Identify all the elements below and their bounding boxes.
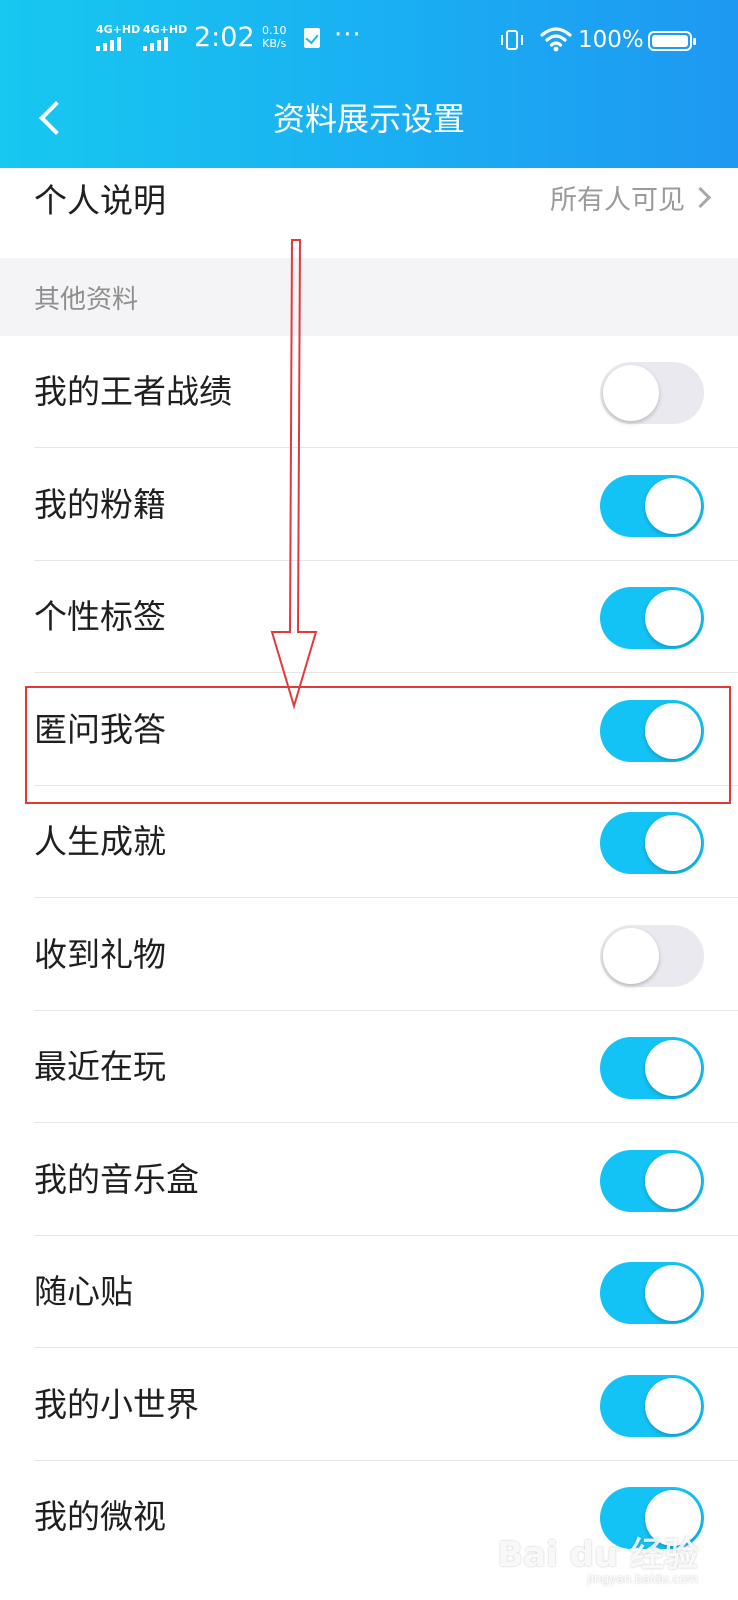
setting-label: 我的微视 (34, 1497, 166, 1536)
toggle-knob (645, 1377, 701, 1434)
personal-intro-row[interactable]: 个人说明 所有人可见 (0, 168, 738, 258)
setting-row: 个性标签 (0, 561, 738, 673)
toggle-switch[interactable] (600, 812, 704, 874)
toggle-knob (645, 1040, 701, 1096)
toggle-switch[interactable] (600, 1037, 704, 1099)
setting-row: 我的音乐盒 (0, 1123, 738, 1236)
section-header: 其他资料 (0, 258, 738, 336)
setting-row: 我的小世界 (0, 1348, 738, 1461)
setting-row: 收到礼物 (0, 898, 738, 1011)
setting-row: 最近在玩 (0, 1011, 738, 1123)
vibrate-icon (501, 30, 523, 50)
visibility-selector[interactable]: 所有人可见 (550, 168, 712, 234)
toggle-switch[interactable] (600, 474, 704, 537)
watermark-logo: Bai du 经验 jingyan.baidu.com (497, 1527, 698, 1586)
setting-label: 我的小世界 (34, 1384, 199, 1424)
toggle-knob (645, 815, 701, 871)
toggle-switch[interactable] (600, 1374, 704, 1437)
setting-label: 我的音乐盒 (34, 1159, 199, 1199)
setting-label: 我的粉籍 (34, 484, 166, 524)
setting-label: 个性标签 (34, 597, 166, 636)
speed-unit: KB/s (262, 37, 287, 50)
visibility-value: 所有人可见 (550, 185, 685, 216)
checkmark-icon (304, 28, 320, 48)
setting-label: 最近在玩 (34, 1047, 166, 1086)
signal-icon: 4G+HD (96, 24, 140, 51)
toggle-switch[interactable] (600, 1262, 704, 1324)
toggle-knob (645, 590, 701, 646)
signal-icon: 4G+HD (143, 24, 187, 51)
toggle-switch[interactable] (600, 362, 704, 424)
setting-label: 我的王者战绩 (34, 372, 232, 411)
toggle-knob (603, 365, 659, 421)
toggle-knob (603, 927, 659, 984)
network-type-label: 4G+HD (143, 23, 188, 36)
setting-row: 随心贴 (0, 1236, 738, 1348)
more-icon: ··· (334, 20, 362, 50)
status-bar: 4G+HD 4G+HD 2:02 0.10 KB/s ··· 100% (0, 0, 738, 84)
battery-icon (648, 31, 696, 51)
chevron-right-icon (689, 186, 712, 209)
setting-row: 我的粉籍 (0, 448, 738, 561)
setting-label: 随心贴 (34, 1272, 133, 1311)
highlight-box (25, 686, 731, 804)
toggle-switch[interactable] (600, 924, 704, 987)
personal-intro-label: 个人说明 (34, 181, 166, 220)
section-title: 其他资料 (34, 285, 139, 315)
battery-percent: 100% (578, 27, 644, 53)
watermark-text: Bai du 经验 (497, 1535, 698, 1575)
setting-label: 收到礼物 (34, 934, 166, 974)
toggle-switch[interactable] (600, 587, 704, 649)
page-title: 资料展示设置 (272, 100, 465, 138)
toggle-knob (645, 1152, 701, 1209)
header-bar: 4G+HD 4G+HD 2:02 0.10 KB/s ··· 100% 资料展示… (0, 0, 738, 168)
setting-row: 我的王者战绩 (0, 336, 738, 448)
toggle-knob (645, 477, 701, 534)
toggle-switch[interactable] (600, 1149, 704, 1212)
network-speed: 0.10 KB/s (262, 24, 287, 50)
network-type-label: 4G+HD (96, 23, 141, 36)
speed-value: 0.10 (262, 24, 287, 37)
wifi-icon (540, 27, 572, 52)
toggle-knob (645, 1265, 701, 1321)
clock: 2:02 (194, 22, 255, 53)
